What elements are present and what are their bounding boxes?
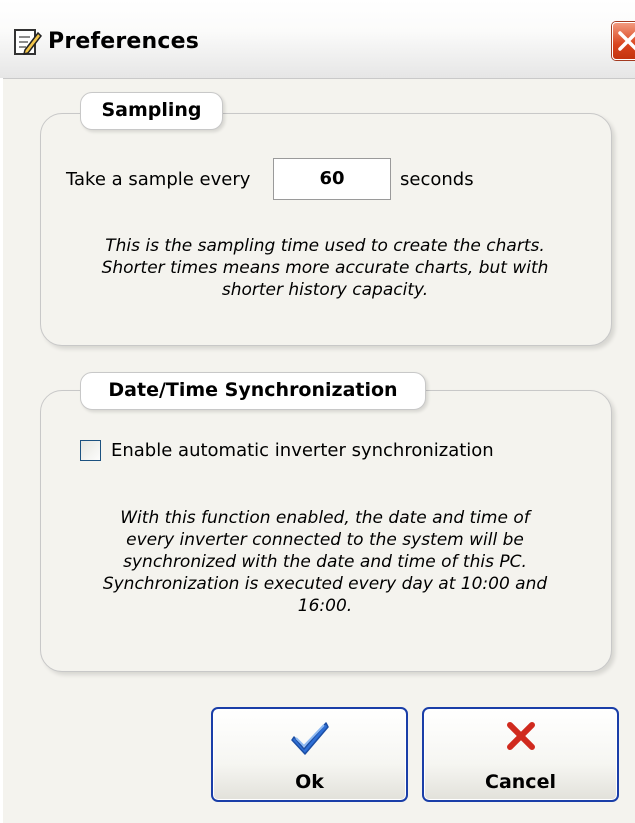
sync-note: With this function enabled, the date and… bbox=[102, 508, 548, 616]
auto-sync-checkbox[interactable] bbox=[80, 440, 101, 461]
cancel-button[interactable]: Cancel bbox=[422, 707, 619, 802]
window-edge bbox=[0, 78, 3, 823]
cancel-button-label: Cancel bbox=[485, 771, 556, 793]
ok-button[interactable]: Ok bbox=[211, 707, 408, 802]
auto-sync-label[interactable]: Enable automatic inverter synchronizatio… bbox=[111, 439, 494, 463]
ok-button-label: Ok bbox=[295, 771, 324, 793]
window-title: Preferences bbox=[48, 29, 200, 54]
close-icon bbox=[618, 31, 635, 51]
sync-group-title: Date/Time Synchronization bbox=[80, 372, 426, 410]
sample-interval-input[interactable]: 60 bbox=[273, 158, 391, 200]
preferences-dialog: Preferences Sampling Take a sample every… bbox=[0, 0, 635, 823]
edit-document-icon bbox=[14, 29, 42, 56]
close-button[interactable] bbox=[612, 22, 635, 60]
sample-interval-unit: seconds bbox=[400, 169, 474, 190]
title-bar[interactable]: Preferences bbox=[0, 0, 635, 79]
sampling-note: This is the sampling time used to create… bbox=[101, 236, 549, 300]
checkmark-icon bbox=[290, 722, 329, 755]
sampling-group-title: Sampling bbox=[80, 92, 223, 130]
sampling-group bbox=[40, 113, 612, 346]
sample-interval-label: Take a sample every bbox=[66, 169, 251, 190]
red-x-icon bbox=[506, 722, 535, 750]
